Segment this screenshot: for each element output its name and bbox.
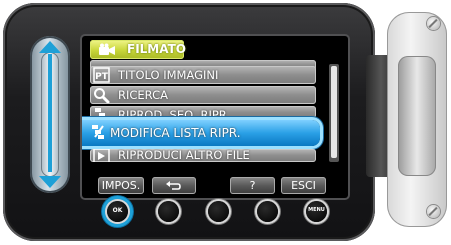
- exit-button[interactable]: ESCI: [281, 177, 326, 194]
- touch-slider[interactable]: [30, 36, 70, 193]
- hardware-button-3[interactable]: [208, 201, 229, 222]
- hinge-slot: [398, 56, 436, 176]
- menu-item-label: RICERCA: [118, 88, 168, 102]
- slider-track[interactable]: [39, 41, 61, 188]
- svg-text:PT: PT: [95, 72, 109, 82]
- play-other-icon: [93, 149, 110, 162]
- pt-icon: PT: [93, 67, 110, 83]
- screw-bottom: [427, 205, 440, 218]
- menu-item-titolo-immagini[interactable]: PT TITOLO IMMAGINI: [90, 66, 316, 84]
- magnifier-icon: [94, 88, 110, 103]
- movie-camera-icon: [99, 43, 115, 55]
- ok-button[interactable]: OK: [107, 201, 128, 222]
- menu-item-label: RIPRODUCI ALTRO FILE: [118, 149, 250, 162]
- screw-top: [427, 17, 440, 30]
- help-button[interactable]: ?: [230, 177, 275, 194]
- return-arrow-icon: [166, 181, 181, 190]
- camcorder-lcd-panel: FILMATO PT TITOLO IMMAGINI RICERCA RIPRO…: [0, 0, 451, 245]
- impos-button[interactable]: IMPOS.: [98, 177, 144, 194]
- menu-item-label: MODIFICA LISTA RIPR.: [110, 126, 241, 140]
- edit-playlist-icon: [92, 125, 104, 139]
- menu-item-label: RIPROD. SEQ. RIPR.: [118, 108, 231, 118]
- hardware-button-4[interactable]: [257, 201, 278, 222]
- arrow-up-icon: [39, 41, 61, 53]
- scrollbar[interactable]: [329, 64, 339, 162]
- menu-label: MENU: [308, 207, 325, 213]
- ok-label: OK: [112, 207, 123, 214]
- lcd-screen: FILMATO PT TITOLO IMMAGINI RICERCA RIPRO…: [82, 36, 348, 198]
- back-button[interactable]: [152, 177, 196, 194]
- menu-item-label: TITOLO IMMAGINI: [118, 68, 219, 82]
- playlist-icon: [95, 108, 105, 117]
- menu-item-ricerca[interactable]: RICERCA: [90, 86, 316, 104]
- menu-header-tab: FILMATO: [90, 40, 186, 59]
- menu-item-modifica-lista-ripr[interactable]: MODIFICA LISTA RIPR.: [82, 120, 320, 146]
- arrow-down-icon: [39, 176, 61, 188]
- menu-header-label: FILMATO: [127, 42, 186, 56]
- screen-button-bar: IMPOS. ? ESCI: [90, 177, 338, 195]
- slider-bar: [48, 54, 52, 172]
- hardware-button-2[interactable]: [158, 201, 179, 222]
- menu-button[interactable]: MENU: [306, 201, 327, 222]
- menu-item-riproduci-altro-file[interactable]: RIPRODUCI ALTRO FILE: [90, 149, 316, 162]
- menu-item-riprod-seq-ripr[interactable]: RIPROD. SEQ. RIPR.: [90, 106, 316, 118]
- scrollbar-thumb[interactable]: [331, 66, 337, 158]
